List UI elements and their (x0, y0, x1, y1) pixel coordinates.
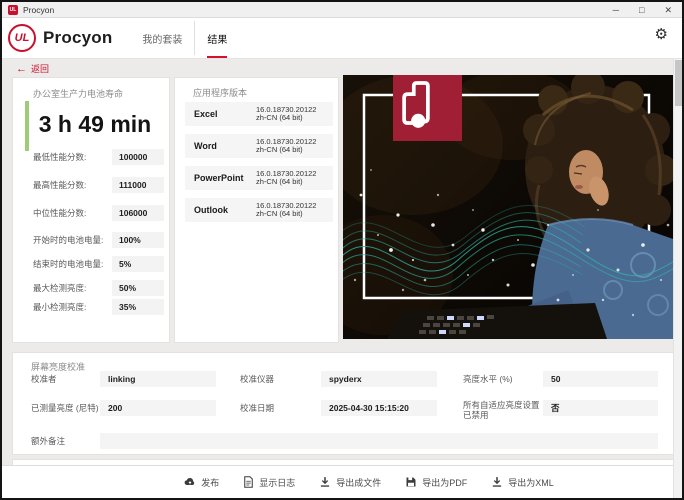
back-label: 返回 (31, 62, 49, 75)
cal-value: 200 (100, 400, 216, 416)
battery-badge (393, 75, 462, 141)
stat-value: 100% (112, 232, 164, 248)
app-name: Excel (194, 109, 256, 119)
stat-row: 最高性能分数: 111000 (33, 177, 164, 193)
app-version: 16.0.18730.20122 zh-CN (64 bit) (256, 138, 316, 155)
app-versions-title: 应用程序版本 (193, 86, 247, 99)
stat-value: 111000 (112, 177, 164, 193)
app-version-line2: zh-CN (64 bit) (256, 177, 303, 186)
cal-value: spyderx (321, 371, 437, 387)
app-name: Outlook (194, 205, 256, 215)
brand-title: Procyon (43, 28, 112, 48)
cal-value: linking (100, 371, 216, 387)
hero-image (343, 75, 676, 339)
stat-value: 35% (112, 299, 164, 315)
stat-label: 最小检测亮度: (33, 301, 86, 313)
window-title: Procyon (23, 5, 613, 15)
battery-icon (393, 75, 439, 131)
stat-label: 最低性能分数: (33, 151, 86, 163)
stat-label: 中位性能分数: (33, 207, 86, 219)
stat-value: 100000 (112, 149, 164, 165)
app-version: 16.0.18730.20122 zh-CN (64 bit) (256, 106, 316, 123)
export-pdf-label: 导出为PDF (422, 476, 467, 489)
footer-toolbar: 发布 显示日志 导出成文件 导出为PDF 导出为XML (2, 465, 676, 498)
stat-row: 最大检测亮度: 50% (33, 280, 164, 296)
stat-row: 最低性能分数: 100000 (33, 149, 164, 165)
show-log-button[interactable]: 显示日志 (243, 476, 295, 489)
ul-logo: UL (8, 24, 36, 52)
stat-value: 50% (112, 280, 164, 296)
tab-results-label: 结果 (207, 31, 227, 46)
calibration-panel: 屏幕亮度校准 校准者 linking 校准仪器 spyderx 亮度水平 (%)… (12, 352, 676, 455)
stat-label: 开始时的电池电量: (33, 234, 103, 246)
cal-value: 否 (543, 400, 658, 416)
nav-bar: UL Procyon 我的套装 结果 ⚙ (2, 18, 682, 59)
pdf-icon (405, 476, 417, 488)
stat-row: 中位性能分数: 106000 (33, 205, 164, 221)
app-version-row: Word 16.0.18730.20122 zh-CN (64 bit) (185, 134, 333, 158)
cal-value: 50 (543, 371, 658, 387)
export-xml-label: 导出为XML (508, 476, 554, 489)
cal-label: 校准仪器 (240, 374, 310, 384)
cal-label: 已测量亮度 (尼特) (31, 403, 106, 413)
battery-life-time: 3 h 49 min (29, 111, 161, 138)
back-arrow-icon: ← (16, 63, 27, 75)
notes-label: 额外备注 (31, 436, 101, 446)
app-version-row: PowerPoint 16.0.18730.20122 zh-CN (64 bi… (185, 166, 333, 190)
maximize-button[interactable]: □ (639, 5, 644, 15)
export-file-label: 导出成文件 (336, 476, 381, 489)
battery-life-panel: 办公室生产力电池寿命 3 h 49 min 最低性能分数: 100000 最高性… (12, 77, 170, 343)
app-version: 16.0.18730.20122 zh-CN (64 bit) (256, 170, 316, 187)
tab-my-suites[interactable]: 我的套装 (130, 18, 194, 58)
cloud-upload-icon (184, 476, 196, 488)
close-button[interactable]: ✕ (664, 5, 672, 15)
xml-icon (491, 476, 503, 488)
app-name: Word (194, 141, 256, 151)
stat-value: 106000 (112, 205, 164, 221)
export-xml-button[interactable]: 导出为XML (491, 476, 554, 489)
tab-my-suites-label: 我的套装 (142, 31, 182, 46)
publish-label: 发布 (201, 476, 219, 489)
cal-value: 2025-04-30 15:15:20 (321, 400, 437, 416)
app-name: PowerPoint (194, 173, 256, 183)
calibration-title: 屏幕亮度校准 (31, 360, 85, 373)
stat-label: 最高性能分数: (33, 179, 86, 191)
log-icon (243, 476, 254, 488)
cal-label: 所有自适应亮度设置已禁用 (463, 400, 545, 420)
scrollbar-thumb[interactable] (675, 60, 682, 106)
stat-value: 5% (112, 256, 164, 272)
tab-results[interactable]: 结果 (195, 18, 239, 58)
vertical-scrollbar[interactable] (673, 59, 682, 498)
app-version-row: Excel 16.0.18730.20122 zh-CN (64 bit) (185, 102, 333, 126)
show-log-label: 显示日志 (259, 476, 295, 489)
app-icon: UL (8, 5, 18, 15)
export-file-icon (319, 476, 331, 488)
minimize-button[interactable]: ─ (613, 5, 619, 15)
notes-value (100, 433, 658, 449)
active-tab-underline (207, 56, 227, 58)
cal-label: 校准日期 (240, 403, 310, 413)
settings-gear-icon[interactable]: ⚙ (655, 27, 668, 42)
app-version-line2: zh-CN (64 bit) (256, 113, 303, 122)
export-pdf-button[interactable]: 导出为PDF (405, 476, 467, 489)
stat-row: 最小检测亮度: 35% (33, 299, 164, 315)
title-bar: UL Procyon ─ □ ✕ (2, 2, 682, 18)
app-versions-panel: 应用程序版本 Excel 16.0.18730.20122 zh-CN (64 … (174, 77, 339, 343)
app-version: 16.0.18730.20122 zh-CN (64 bit) (256, 202, 316, 219)
back-link[interactable]: ← 返回 (16, 62, 49, 75)
app-version-line2: zh-CN (64 bit) (256, 209, 303, 218)
app-version-row: Outlook 16.0.18730.20122 zh-CN (64 bit) (185, 198, 333, 222)
stat-label: 最大检测亮度: (33, 282, 86, 294)
app-version-line2: zh-CN (64 bit) (256, 145, 303, 154)
cal-label: 亮度水平 (%) (463, 374, 541, 384)
export-file-button[interactable]: 导出成文件 (319, 476, 381, 489)
cal-label: 校准者 (31, 374, 101, 384)
publish-button[interactable]: 发布 (184, 476, 219, 489)
stat-label: 结束时的电池电量: (33, 258, 103, 270)
stat-row: 开始时的电池电量: 100% (33, 232, 164, 248)
stat-row: 结束时的电池电量: 5% (33, 256, 164, 272)
procyon-window: UL Procyon ─ □ ✕ UL Procyon 我的套装 结果 ⚙ ← … (0, 0, 684, 500)
battery-panel-title: 办公室生产力电池寿命 (33, 87, 123, 100)
